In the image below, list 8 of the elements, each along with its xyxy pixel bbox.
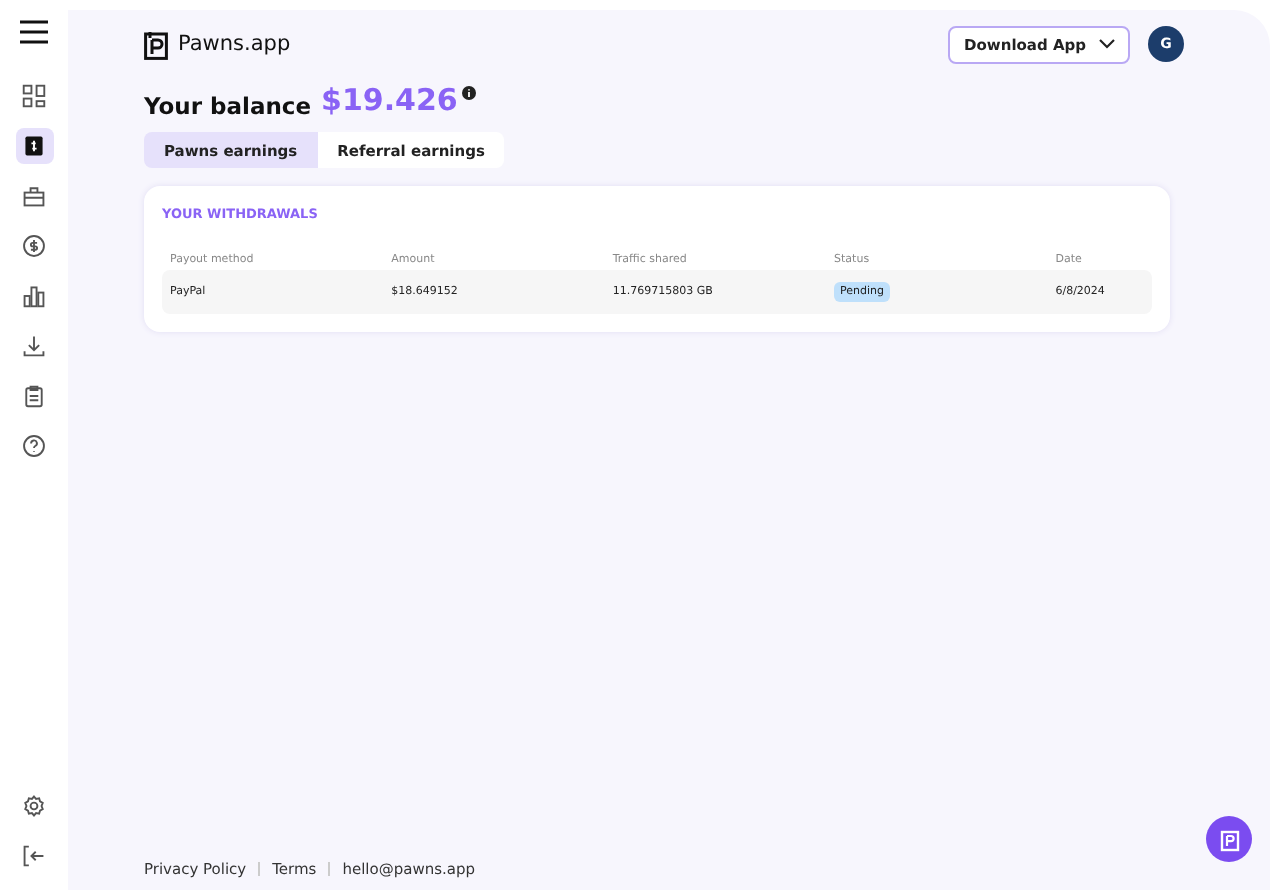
menu-icon[interactable] <box>20 20 48 44</box>
info-icon[interactable] <box>461 86 476 100</box>
logo-icon <box>1219 827 1239 851</box>
chevron-down-icon <box>1098 38 1116 50</box>
balance-amount: $19.426 <box>321 82 458 118</box>
balance-label: Your balance <box>144 92 312 120</box>
logo-icon <box>144 29 168 59</box>
logo-text: Pawns.app <box>178 32 291 56</box>
